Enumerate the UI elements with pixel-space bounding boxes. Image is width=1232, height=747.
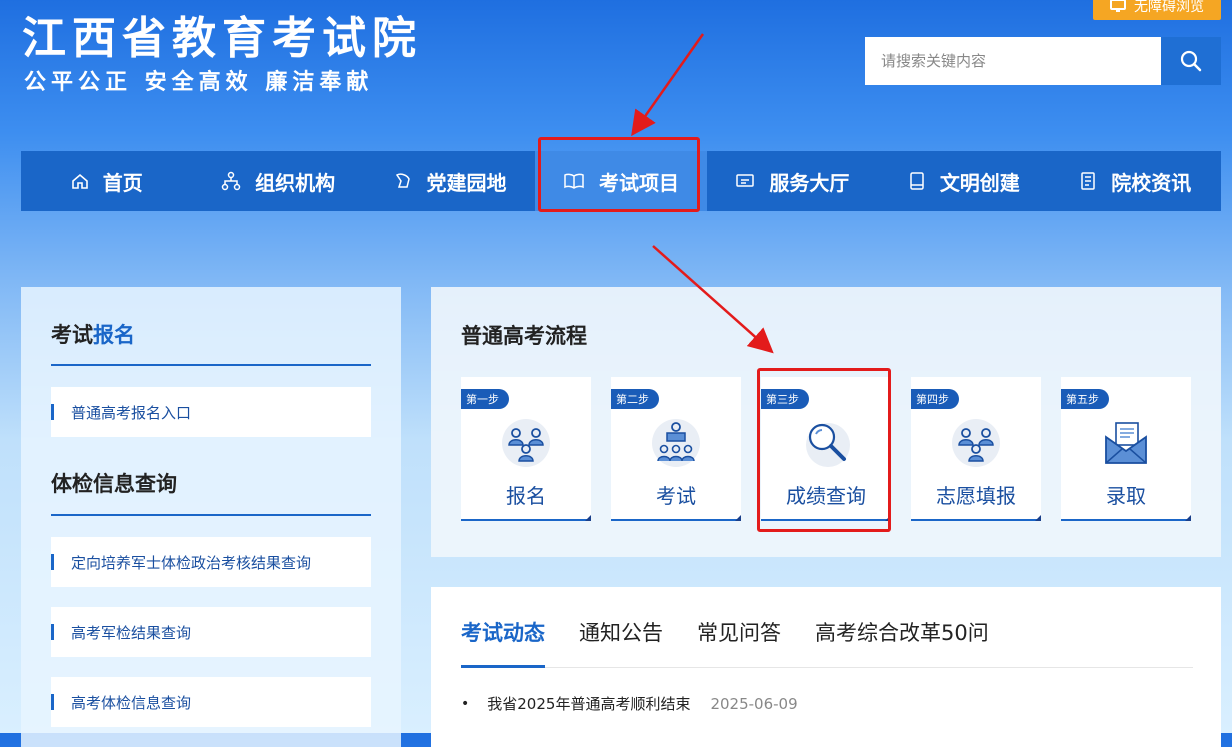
arrow-to-step bbox=[652, 245, 774, 354]
arrow-to-nav bbox=[631, 33, 705, 137]
annotation-arrows bbox=[631, 33, 774, 354]
